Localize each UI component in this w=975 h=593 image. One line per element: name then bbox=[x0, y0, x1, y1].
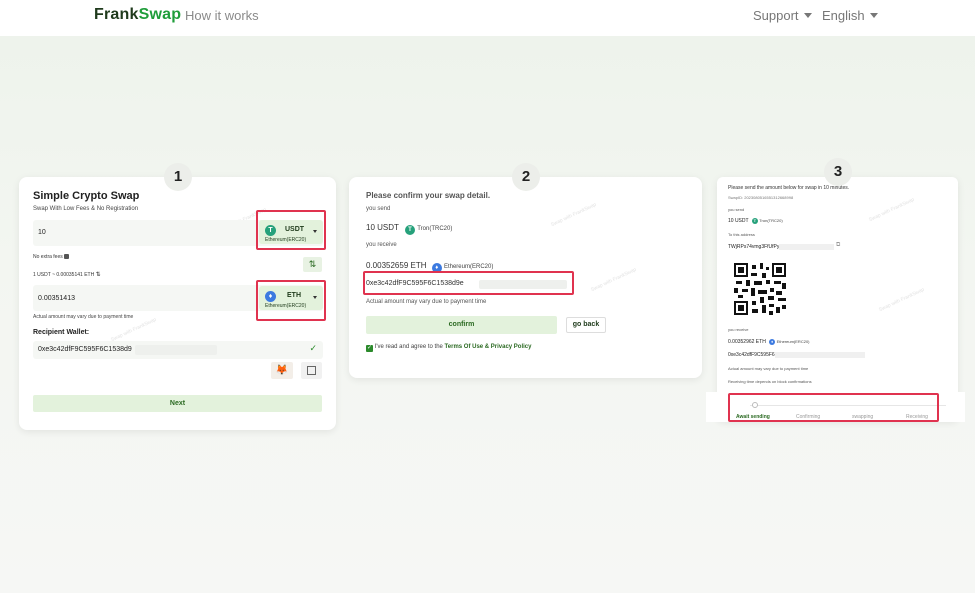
fees-text: No extra fees bbox=[33, 254, 70, 260]
card-title: Simple Crypto Swap bbox=[33, 190, 140, 202]
watermark: Swap with FrankSwap bbox=[110, 316, 158, 344]
confirm-title: Please confirm your swap detail. bbox=[366, 191, 491, 200]
blurred-region bbox=[135, 345, 217, 355]
highlight-box bbox=[363, 271, 574, 295]
logo[interactable]: FrankSwap bbox=[94, 6, 181, 24]
receiving-note: Receiving time depends on block confirma… bbox=[728, 379, 812, 384]
qr-code bbox=[734, 263, 786, 315]
wallet-label: Recipient Wallet: bbox=[33, 329, 90, 336]
watermark: Swap with FrankSwap bbox=[590, 266, 638, 294]
rate-text: 1 USDT ~ 0.00035141 ETH ⇅ bbox=[33, 272, 101, 278]
wallet-input[interactable]: 0xe3c42dfF9C595F6C1538d9 ✓ bbox=[33, 341, 323, 359]
card-subtitle: Swap With Low Fees & No Registration bbox=[33, 206, 139, 212]
chevron-down-icon bbox=[869, 13, 878, 18]
you-receive-label: you receive bbox=[728, 327, 749, 332]
confirm-card-step2: Swap with FrankSwap Swap with FrankSwap … bbox=[349, 177, 702, 378]
you-send-label: you send bbox=[366, 206, 391, 212]
highlight-box bbox=[256, 280, 326, 321]
blurred-region bbox=[779, 244, 834, 250]
next-button[interactable]: Next bbox=[33, 395, 322, 412]
support-dropdown[interactable]: Support bbox=[753, 8, 812, 23]
send-instruction: Please send the amount below for swap in… bbox=[728, 185, 850, 191]
watermark: Swap with FrankSwap bbox=[868, 196, 916, 224]
vary-note: Actual amount may vary due to payment ti… bbox=[366, 299, 487, 305]
top-nav: FrankSwap How it works Support English bbox=[0, 0, 975, 36]
usdt-icon: T bbox=[405, 225, 415, 235]
you-send-label: you send bbox=[728, 207, 745, 212]
language-dropdown[interactable]: English bbox=[822, 8, 878, 23]
send-amount: 10 USDT T Tron(TRC20) bbox=[728, 218, 783, 224]
payment-card-step3: Swap with FrankSwap Swap with FrankSwap … bbox=[717, 177, 958, 421]
swap-card-step1: Swap with FrankSwap Swap with FrankSwap … bbox=[19, 177, 336, 430]
eth-icon: ♦ bbox=[769, 339, 776, 345]
vary-note: Actual amount may vary due to payment ti… bbox=[728, 366, 809, 371]
copy-icon[interactable]: ⧉ bbox=[836, 242, 840, 249]
to-address-label: To this address bbox=[728, 232, 755, 237]
step-3-badge: 3 bbox=[824, 158, 852, 186]
usdt-icon: T bbox=[751, 218, 758, 224]
deposit-address: TWjRPs74vmg3FfUfPynQ bbox=[728, 244, 787, 250]
you-receive-label: you receive bbox=[366, 242, 397, 248]
blurred-region bbox=[775, 352, 865, 358]
metamask-icon[interactable]: 🦊 bbox=[271, 362, 293, 379]
receive-amount: 0.00352962 ETH ♦ Ethereum(ERC20) bbox=[728, 339, 810, 345]
check-icon: ✓ bbox=[309, 343, 317, 353]
watermark: Swap with FrankSwap bbox=[878, 286, 926, 314]
step-2-badge: 2 bbox=[512, 163, 540, 191]
terms-link[interactable]: Terms Of Use & Privacy Policy bbox=[445, 344, 532, 350]
watermark: Swap with FrankSwap bbox=[550, 201, 598, 229]
how-it-works-link[interactable]: How it works bbox=[185, 8, 259, 23]
swap-id: SwapID: 2023080516551312668998 bbox=[728, 195, 794, 200]
refresh-icon: ⇅ bbox=[95, 272, 101, 278]
swap-direction-button[interactable]: ⇅ bbox=[303, 257, 322, 272]
go-back-button[interactable]: go back bbox=[566, 317, 606, 333]
highlight-box bbox=[728, 393, 939, 422]
send-amount: 10 USDT T Tron(TRC20) bbox=[366, 223, 453, 235]
confirm-button[interactable]: confirm bbox=[366, 316, 557, 334]
chevron-down-icon bbox=[803, 13, 812, 18]
recipient-address: 0xe3c42dfF9C595F6 bbox=[728, 352, 775, 358]
step-1-badge: 1 bbox=[164, 163, 192, 191]
highlight-box bbox=[256, 210, 326, 250]
agree-checkbox[interactable]: ✓ bbox=[366, 345, 373, 352]
info-icon bbox=[64, 254, 70, 259]
terms-agreement: ✓ I've read and agree to the Terms Of Us… bbox=[366, 344, 532, 352]
vary-note: Actual amount may vary due to payment ti… bbox=[33, 314, 134, 320]
qr-scan-icon[interactable] bbox=[301, 362, 322, 379]
